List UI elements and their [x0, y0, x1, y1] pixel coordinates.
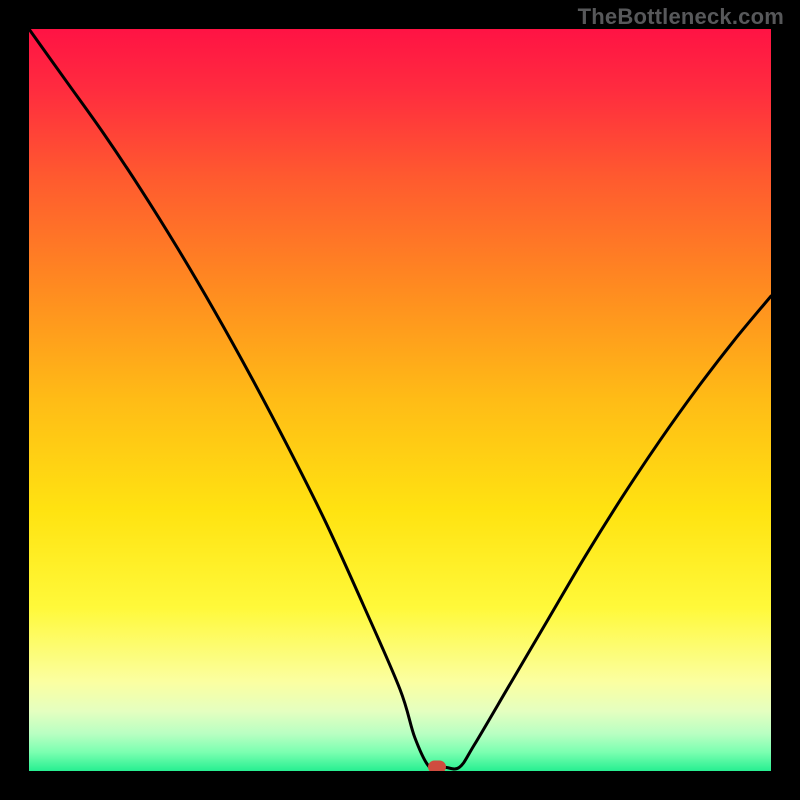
watermark-text: TheBottleneck.com [578, 4, 784, 30]
chart-stage: TheBottleneck.com [0, 0, 800, 800]
minimum-marker [428, 761, 446, 771]
bottleneck-curve [29, 29, 771, 771]
plot-area [29, 29, 771, 771]
